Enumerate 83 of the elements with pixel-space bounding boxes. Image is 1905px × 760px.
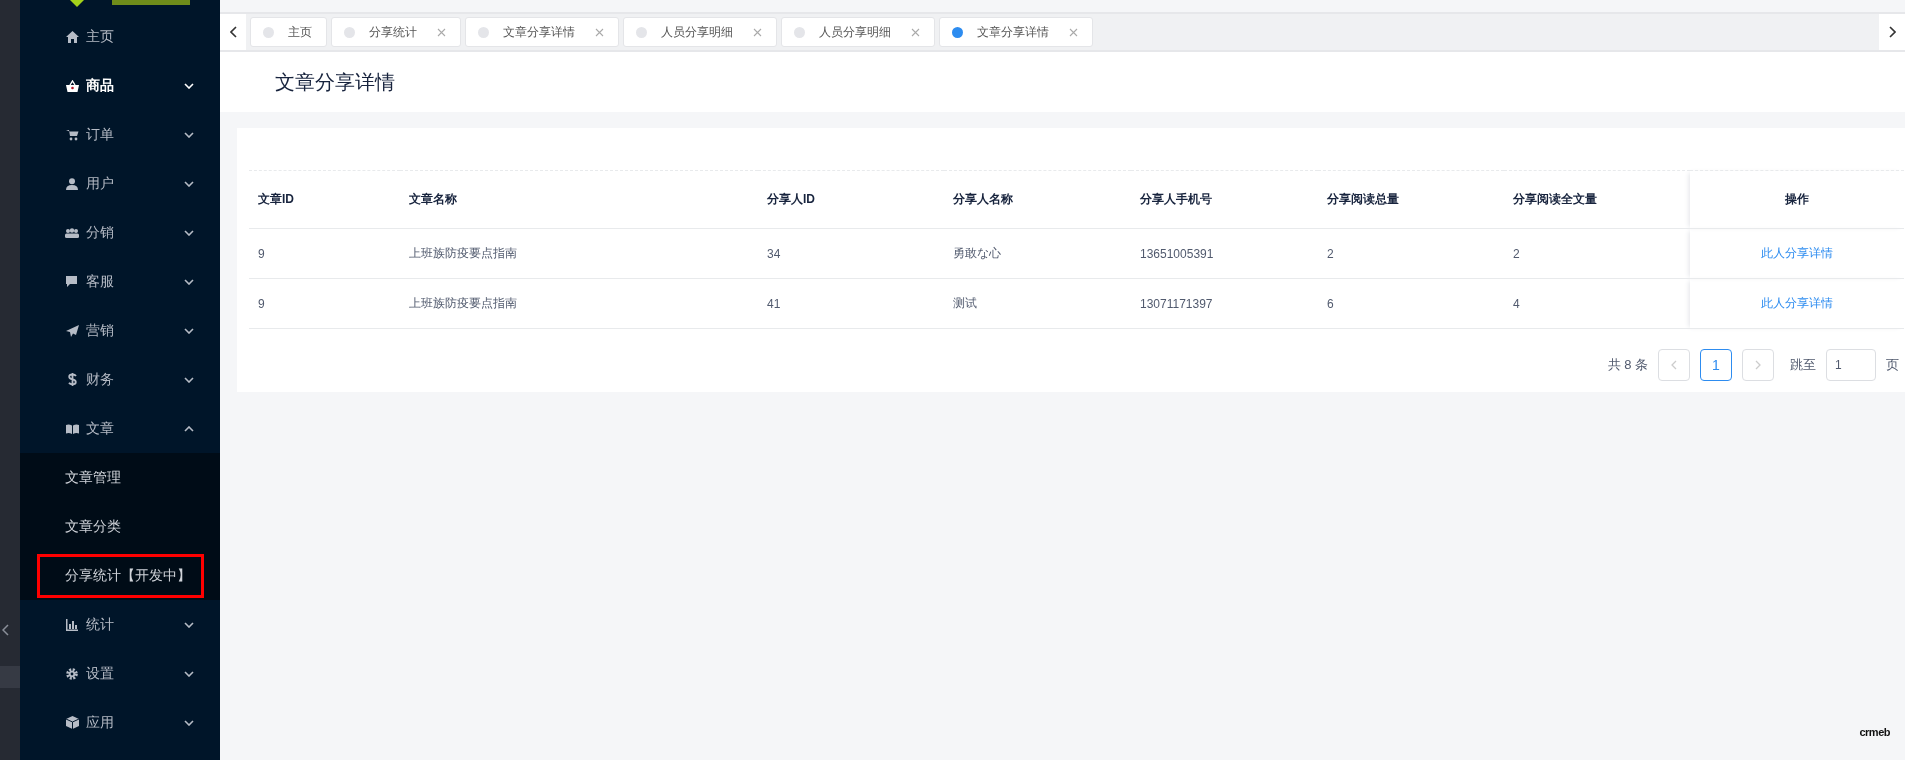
menu-item[interactable]: 营销 bbox=[20, 306, 220, 355]
chevron-left-icon[interactable] bbox=[2, 624, 10, 636]
tab[interactable]: 分享统计 bbox=[331, 17, 461, 47]
chat-icon bbox=[65, 275, 79, 288]
page-title: 文章分享详情 bbox=[275, 69, 395, 95]
table-cell: 9 bbox=[258, 296, 265, 311]
submenu-item[interactable]: 分享统计【开发中】 bbox=[37, 553, 204, 598]
chevron-left-icon bbox=[229, 26, 237, 38]
jump-label: 跳至 bbox=[1790, 356, 1816, 374]
close-icon[interactable] bbox=[437, 27, 446, 37]
next-page-button[interactable] bbox=[1742, 349, 1774, 381]
status-dot-icon bbox=[344, 26, 355, 38]
table-cell: 4 bbox=[1513, 296, 1520, 311]
dollar-icon bbox=[65, 373, 79, 386]
detail-link[interactable]: 此人分享详情 bbox=[1760, 246, 1833, 260]
status-dot-icon bbox=[263, 26, 274, 38]
cart-icon bbox=[65, 128, 79, 141]
column-header: 分享人名称 bbox=[953, 192, 1013, 206]
table-cell: 13651005391 bbox=[1140, 246, 1214, 261]
menu-item[interactable]: 设置 bbox=[20, 649, 220, 698]
table-cell: 上班族防疫要点指南 bbox=[409, 296, 517, 310]
menu-item[interactable]: 财务 bbox=[20, 355, 220, 404]
status-dot-icon bbox=[478, 26, 489, 38]
submenu-item[interactable]: 文章分类 bbox=[37, 504, 134, 549]
tab[interactable]: 文章分享详情 bbox=[939, 17, 1093, 47]
close-icon[interactable] bbox=[595, 27, 604, 37]
close-icon[interactable] bbox=[1069, 27, 1078, 37]
column-header: 分享阅读总量 bbox=[1327, 192, 1399, 206]
chart-icon bbox=[65, 618, 79, 631]
column-header: 分享人ID bbox=[767, 192, 815, 206]
column-header: 分享人手机号 bbox=[1140, 192, 1212, 206]
group-icon bbox=[65, 227, 79, 238]
menu-item[interactable]: 主页 bbox=[20, 12, 220, 61]
close-icon[interactable] bbox=[911, 27, 920, 37]
column-header: 分享阅读全文量 bbox=[1513, 192, 1597, 206]
table-cell: 34 bbox=[767, 246, 781, 261]
tab[interactable]: 文章分享详情 bbox=[465, 17, 619, 47]
previous-page-button[interactable] bbox=[1658, 349, 1690, 381]
chevron-left-icon bbox=[1671, 360, 1677, 370]
cube-icon bbox=[65, 716, 79, 729]
gear-icon bbox=[65, 667, 79, 680]
menu-item[interactable]: 用户 bbox=[20, 159, 220, 208]
page-suffix: 页 bbox=[1886, 356, 1899, 374]
close-icon[interactable] bbox=[753, 27, 762, 37]
table-cell: 9 bbox=[258, 246, 265, 261]
table-cell: 13071171397 bbox=[1140, 296, 1213, 311]
book-icon bbox=[65, 423, 79, 434]
home-icon bbox=[65, 30, 79, 43]
menu-item[interactable]: 文章 bbox=[20, 404, 220, 453]
user-icon bbox=[65, 177, 79, 190]
plane-icon bbox=[65, 324, 79, 337]
menu-item[interactable]: 订单 bbox=[20, 110, 220, 159]
menu-item[interactable]: 统计 bbox=[20, 600, 220, 649]
tab[interactable]: 人员分享明细 bbox=[623, 17, 777, 47]
basket-icon bbox=[65, 79, 79, 92]
submenu-item[interactable]: 文章管理 bbox=[37, 455, 134, 500]
menu-item[interactable]: 分销 bbox=[20, 208, 220, 257]
status-dot-icon bbox=[794, 26, 805, 38]
status-dot-icon bbox=[952, 26, 963, 38]
tab[interactable]: 主页 bbox=[250, 17, 327, 47]
status-dot-icon bbox=[636, 26, 647, 38]
column-header: 操作 bbox=[1784, 192, 1809, 206]
table-cell: 勇敢な心 bbox=[953, 246, 1001, 260]
menu-item[interactable]: 应用 bbox=[20, 698, 220, 747]
tab[interactable]: 人员分享明细 bbox=[781, 17, 935, 47]
table-cell: 6 bbox=[1327, 296, 1334, 311]
page-input[interactable]: 1 bbox=[1826, 349, 1876, 381]
table-cell: 41 bbox=[767, 296, 781, 311]
table-cell: 测试 bbox=[953, 296, 977, 310]
table-cell: 2 bbox=[1513, 246, 1520, 261]
column-header: 文章名称 bbox=[409, 192, 457, 206]
menu-item[interactable]: 客服 bbox=[20, 257, 220, 306]
scroll-right-button[interactable] bbox=[1879, 14, 1905, 50]
table-cell: 上班族防疫要点指南 bbox=[409, 246, 517, 260]
column-header: 文章ID bbox=[258, 192, 294, 206]
total-count: 共 8 条 bbox=[1607, 356, 1648, 374]
menu-item[interactable]: 商品 bbox=[20, 61, 220, 110]
brand-logo: crmeb bbox=[1859, 726, 1890, 738]
chevron-right-icon bbox=[1888, 26, 1896, 38]
table-cell: 2 bbox=[1327, 246, 1334, 261]
detail-link[interactable]: 此人分享详情 bbox=[1760, 296, 1833, 310]
scroll-left-button[interactable] bbox=[220, 14, 246, 50]
chevron-right-icon bbox=[1755, 360, 1761, 370]
